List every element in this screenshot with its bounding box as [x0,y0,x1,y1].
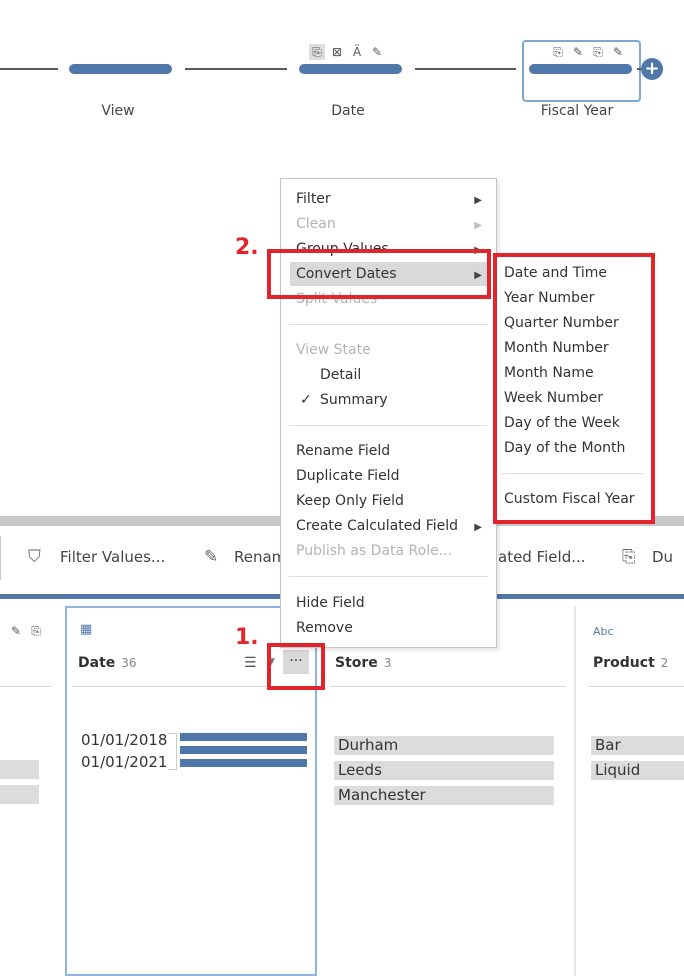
change-icon: ⎘ [31,624,41,638]
duplicate-icon: ⎘ [622,547,636,567]
edit-change-icon: ✎ [572,45,584,59]
date-histogram-bar[interactable] [180,746,307,754]
product-value-bar[interactable]: Liquid [591,761,684,780]
string-type-icon: Abc [593,625,614,638]
date-histogram-bar[interactable] [180,759,307,767]
fiscal-step-change-icons: ⎘ ✎ ⎘ ✎ [550,44,626,60]
date-axis-label: 01/01/2021 [81,753,168,771]
calendar-icon: ▦ [80,622,93,637]
store-value-bar[interactable]: Manchester [334,786,554,805]
menu-item-create-calculated-field[interactable]: Create Calculated Field [296,518,458,534]
menu-item-hide-field[interactable]: Hide Field [296,595,365,611]
filter-values-button[interactable]: Filter Values... [60,548,165,566]
edit-change-icon: ✎ [371,45,383,59]
rename-change-icon: Ä [352,45,362,59]
annotation-box-submenu [493,253,655,524]
submenu-arrow-icon: ▶ [474,522,482,533]
change-icon: ⎘ [309,44,325,60]
edit-change-icon: ✎ [10,624,22,638]
date-card-title: Date 36 [78,655,137,671]
left-card-value-bar[interactable] [0,785,39,804]
filter-icon: ⛉ [28,547,41,567]
product-card-title: Product 2 [593,655,669,671]
card-separator [574,606,576,976]
date-histogram-bar[interactable] [180,733,307,741]
annotation-label-step-1: 1. [235,625,259,650]
flow-connector [185,68,287,70]
rename-button[interactable]: Renam [234,548,286,566]
checkmark-icon: ✓ [300,392,312,408]
add-step-button[interactable]: + [641,58,663,80]
menu-item-rename-field[interactable]: Rename Field [296,443,390,459]
card-divider [0,686,52,687]
change-icon: ⎘ [593,45,603,59]
create-calculated-field-button[interactable]: ated Field... [498,548,586,566]
flow-step-view-label: View [101,103,135,119]
submenu-arrow-icon: ▶ [474,220,482,231]
menu-item-remove[interactable]: Remove [296,620,353,636]
flow-connector [0,68,58,70]
edit-change-icon: ✎ [612,45,624,59]
flow-step-date-label: Date [331,103,365,119]
menu-separator [289,576,488,577]
toolbar-divider [0,536,1,580]
flow-connector [415,68,516,70]
submenu-arrow-icon: ▶ [474,195,482,206]
card-divider [588,686,684,687]
flow-step-fiscal-year-label: Fiscal Year [540,103,614,119]
annotation-box-convert-dates [267,249,491,299]
store-value-bar[interactable]: Durham [334,736,554,755]
menu-item-keep-only-field[interactable]: Keep Only Field [296,493,404,509]
store-card-title: Store 3 [335,655,392,671]
menu-item-duplicate-field[interactable]: Duplicate Field [296,468,399,484]
duplicate-button[interactable]: Du [652,548,673,566]
flow-step-date-bar[interactable] [299,64,402,74]
sort-icon[interactable]: ☰ [244,655,257,671]
date-axis-bracket [168,733,177,770]
menu-item-summary[interactable]: Summary [320,392,388,408]
date-axis-label: 01/01/2018 [81,731,168,749]
menu-separator [289,425,488,426]
left-card-change-icons: ✎ ⎘ [8,623,44,639]
remove-change-icon: ⊠ [331,45,343,59]
flow-step-fiscal-year-bar[interactable] [529,64,632,74]
store-value-bar[interactable]: Leeds [334,761,554,780]
flow-step-view-bar[interactable] [69,64,172,74]
card-divider [330,686,566,687]
menu-header-view-state: View State [296,342,371,358]
menu-item-detail[interactable]: Detail [320,367,361,383]
menu-item-publish-data-role: Publish as Data Role... [296,543,453,559]
menu-item-filter[interactable]: Filter [296,191,331,207]
menu-item-clean: Clean [296,216,336,232]
menu-separator [289,324,488,325]
rename-icon: ✎ [204,547,219,567]
date-step-change-icons: ⎘ ⊠ Ä ✎ [309,44,385,60]
annotation-label-step-2: 2. [235,235,259,260]
annotation-box-more-options [267,643,325,690]
product-value-bar[interactable]: Bar [591,736,684,755]
left-card-value-bar[interactable] [0,760,39,779]
change-icon: ⎘ [553,45,563,59]
